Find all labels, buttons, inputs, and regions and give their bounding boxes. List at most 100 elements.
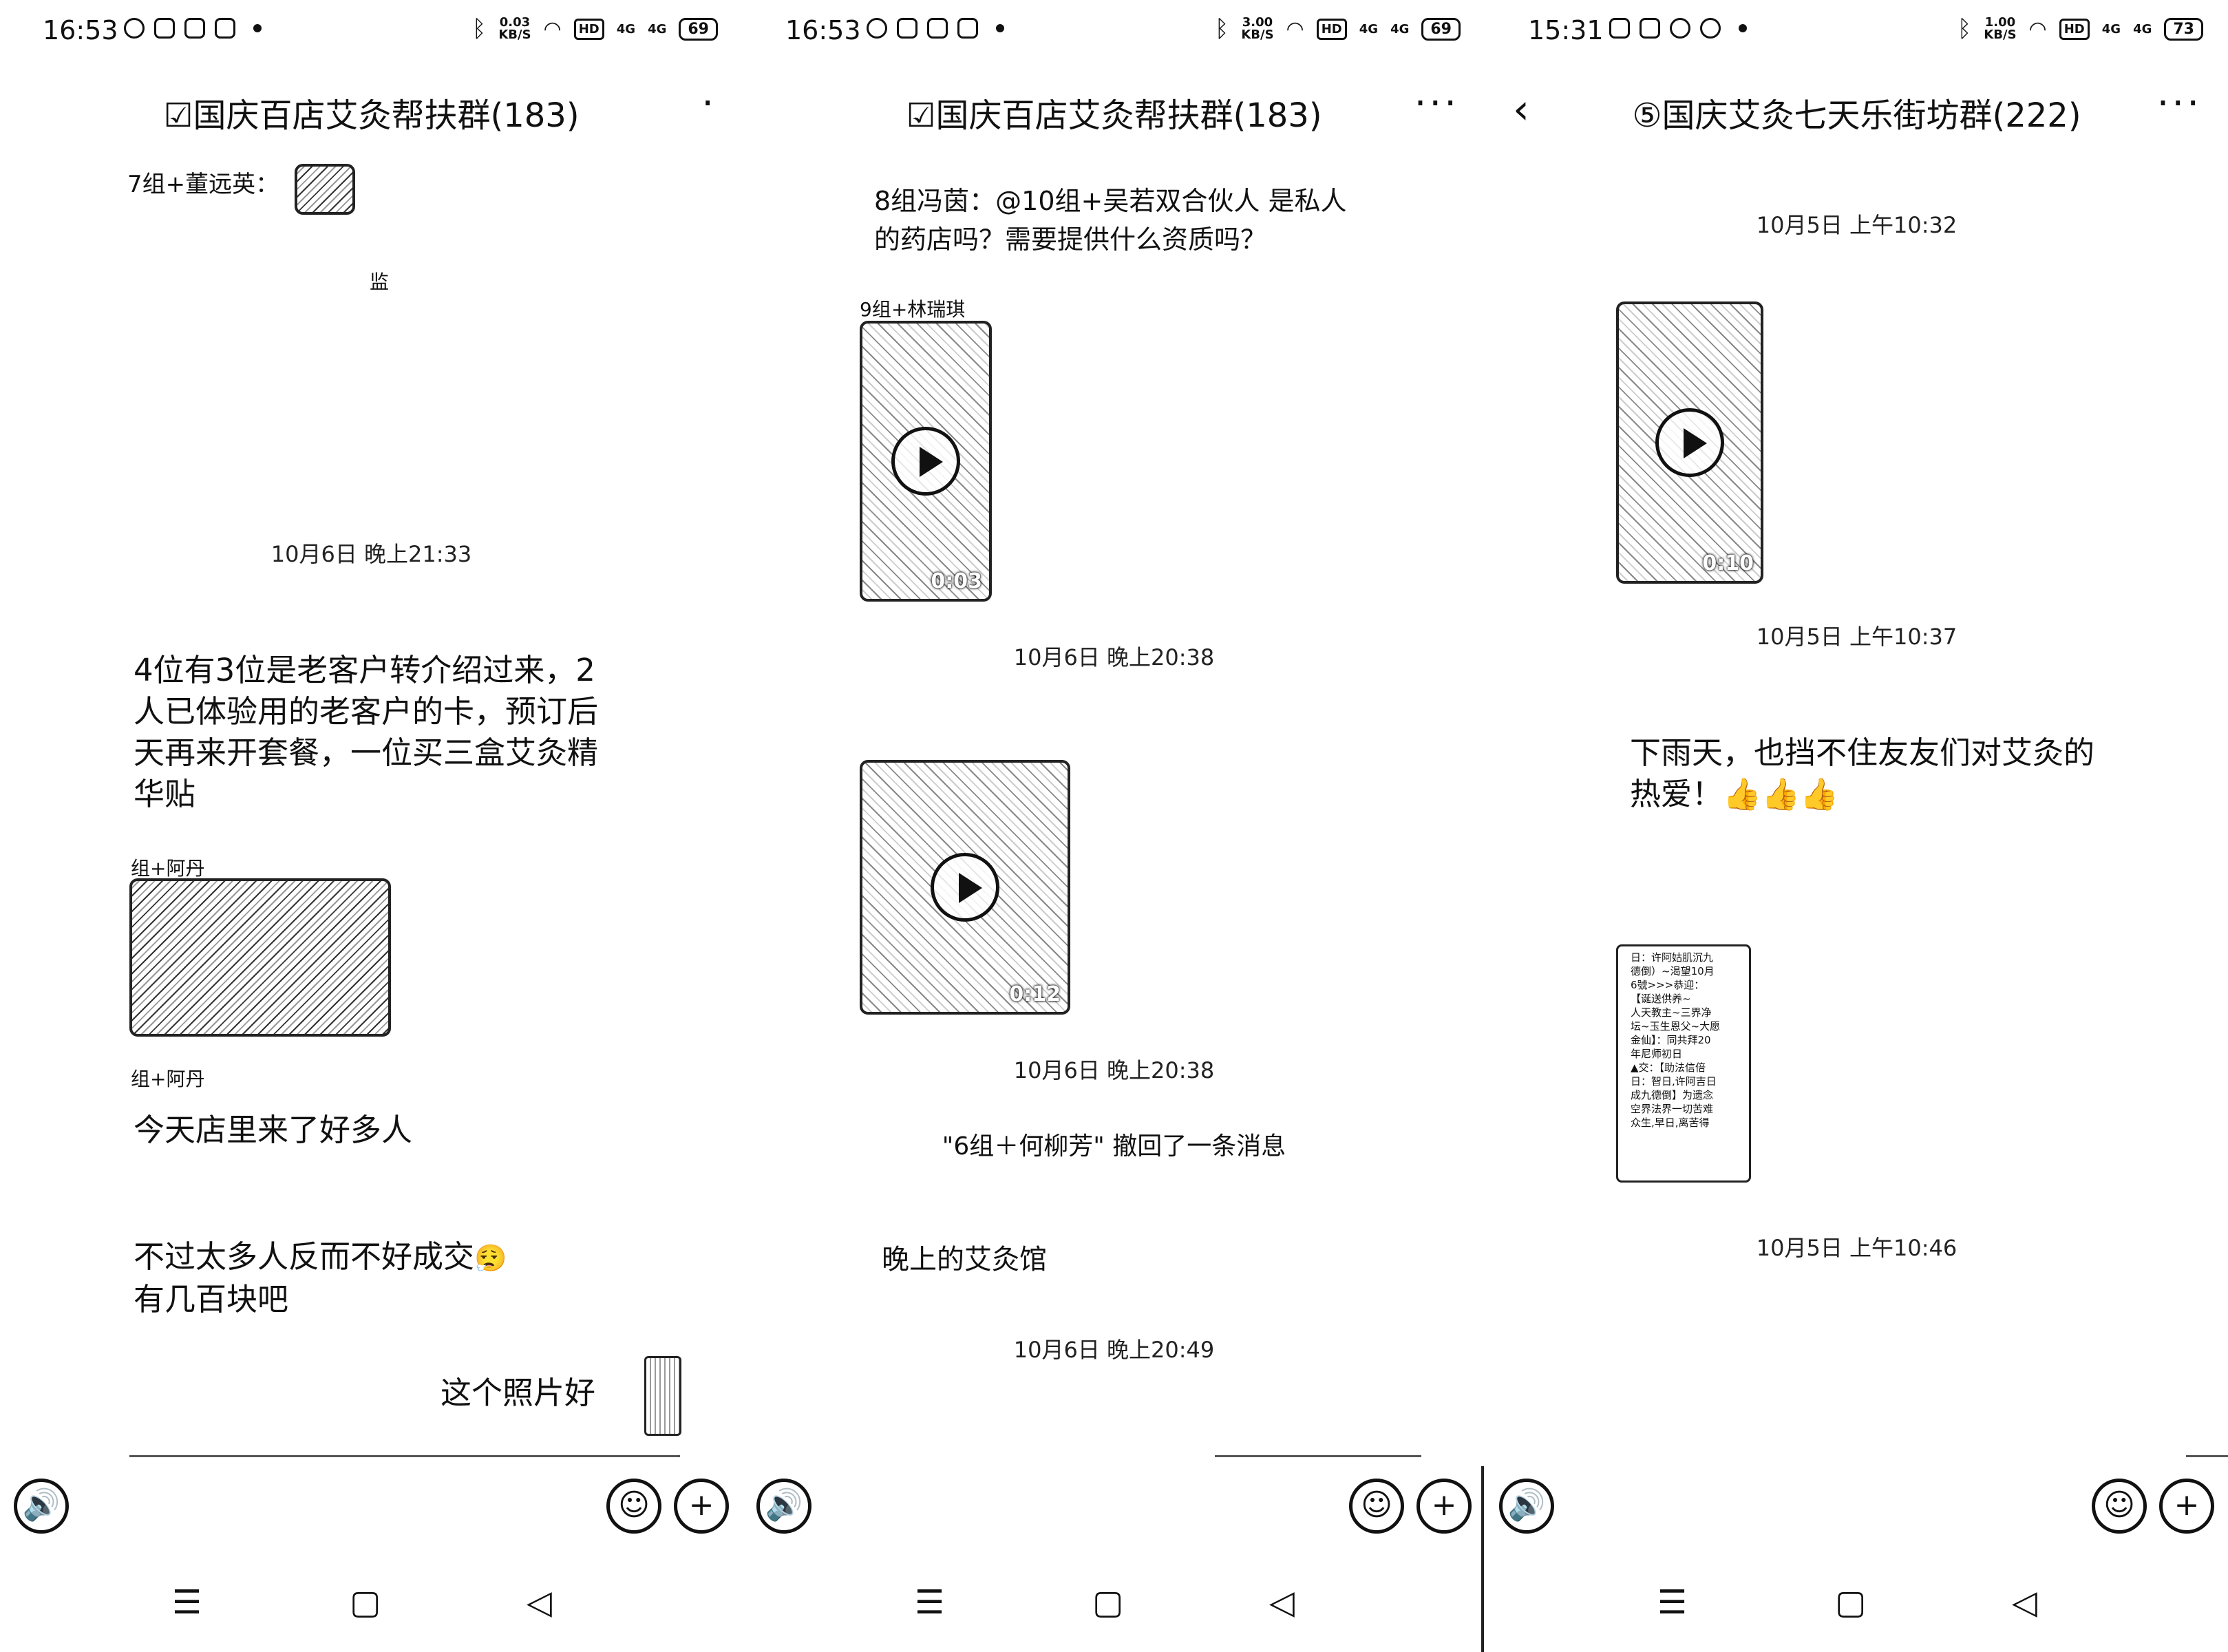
- document-line: 【诞送供养~: [1631, 993, 1691, 1005]
- divider: [1215, 1455, 1421, 1457]
- status-time: 15:31: [1528, 15, 1604, 45]
- network-speed: 3.00 KB/S: [1241, 15, 1274, 42]
- document-line: 众生,早日,离苦得: [1631, 1116, 1710, 1129]
- status-bar: 16:53 ᛒ 3.00 KB/S ◠ HD 4G 4G 69: [743, 0, 1485, 63]
- menu-icon[interactable]: ☰: [172, 1583, 202, 1622]
- plus-icon[interactable]: +: [2159, 1479, 2214, 1534]
- network-speed: 1.00 KB/S: [1984, 15, 2017, 42]
- message-text[interactable]: 不过太多人反而不好成交😮‍💨 有几百块吧: [134, 1236, 507, 1320]
- status-bar: 16:53 ᛒ 0.03 KB/S ◠ HD 4G 4G 69: [0, 0, 743, 63]
- video-message[interactable]: 0:12: [860, 760, 1070, 1015]
- system-nav-bar: ☰ ▢ ◁: [743, 1583, 1485, 1638]
- home-icon[interactable]: ▢: [350, 1583, 381, 1622]
- bluetooth-icon: ᛒ: [1957, 15, 1972, 43]
- app-notification-icon: [1700, 18, 1721, 39]
- signal-icon: 4G: [2133, 21, 2152, 36]
- chat-title[interactable]: ⑤国庆艾灸七天乐街坊群(222): [1485, 88, 2228, 136]
- timestamp: 10月5日 上午10:46: [1756, 1235, 1958, 1261]
- signal-icon: 4G: [1359, 21, 1379, 36]
- panel-divider: [1481, 1466, 1484, 1652]
- back-icon[interactable]: ◁: [527, 1583, 552, 1622]
- sticker-image[interactable]: [295, 164, 355, 215]
- message-text[interactable]: 8组冯茵：@10组+吴若双合伙人 是私人的药店吗？需要提供什么资质吗？: [874, 182, 1370, 259]
- play-icon[interactable]: [931, 853, 999, 922]
- more-notifications-dot: [996, 24, 1004, 32]
- video-message[interactable]: 0:10: [1616, 301, 1763, 584]
- message-text[interactable]: 晚上的艾灸馆: [882, 1239, 1047, 1280]
- more-options-icon[interactable]: ···: [2157, 81, 2202, 126]
- menu-icon[interactable]: ☰: [1657, 1583, 1687, 1622]
- timestamp: 10月6日 晚上20:38: [1013, 1057, 1215, 1083]
- chat-title[interactable]: ☑国庆百店艾灸帮扶群(183): [0, 88, 743, 136]
- document-line: 德倒）~渴望10月: [1631, 965, 1715, 977]
- bluetooth-icon: ᛒ: [1214, 15, 1229, 43]
- home-icon[interactable]: ▢: [1092, 1583, 1123, 1622]
- emoji-icon[interactable]: ☺: [2092, 1479, 2147, 1534]
- chat-header: ☑国庆百店艾灸帮扶群(183) ···: [743, 81, 1485, 143]
- timestamp: 10月6日 晚上20:49: [1013, 1337, 1215, 1363]
- play-icon[interactable]: [1655, 408, 1724, 477]
- document-line: 坛~玉生恩父~大愿: [1631, 1020, 1721, 1032]
- document-line: 空界法界一切苦难: [1631, 1103, 1714, 1115]
- chat-title[interactable]: ☑国庆百店艾灸帮扶群(183): [743, 88, 1485, 136]
- emoji-icon[interactable]: ☺: [1349, 1479, 1404, 1534]
- back-icon[interactable]: ◁: [2012, 1583, 2037, 1622]
- more-options-icon[interactable]: ·: [701, 81, 717, 126]
- own-message-text[interactable]: 这个照片好: [441, 1373, 595, 1414]
- notification-icons: [1609, 18, 1747, 39]
- hd-icon: HD: [1316, 18, 1347, 40]
- back-icon[interactable]: ◁: [1269, 1583, 1295, 1622]
- wifi-icon: ◠: [1286, 17, 1304, 41]
- battery-icon: 69: [679, 17, 718, 41]
- signal-icon: 4G: [616, 21, 636, 36]
- status-time: 16:53: [785, 15, 861, 45]
- timestamp: 10月5日 上午10:32: [1756, 212, 1958, 238]
- voice-input-icon[interactable]: 🔊: [756, 1479, 811, 1534]
- emoji-icon[interactable]: ☺: [606, 1479, 661, 1534]
- document-line: 日：智日,许阿吉日: [1631, 1075, 1717, 1088]
- document-image-message[interactable]: 日：许阿姑肌沉九 德倒）~渴望10月 6號>>>恭迎： 【诞送供养~ 人天教主~三界净坛…: [1616, 944, 1751, 1183]
- hd-icon: HD: [573, 18, 604, 40]
- timestamp: 10月6日 晚上21:33: [270, 541, 472, 567]
- timestamp: 10月5日 上午10:37: [1756, 624, 1958, 650]
- menu-icon[interactable]: ☰: [915, 1583, 944, 1622]
- avatar[interactable]: [644, 1356, 681, 1436]
- voice-input-icon[interactable]: 🔊: [14, 1479, 69, 1534]
- sender-name: 组+阿丹: [131, 857, 205, 880]
- chat-header: ‹ ⑤国庆艾灸七天乐街坊群(222) ···: [1485, 81, 2228, 143]
- more-options-icon[interactable]: ···: [1414, 81, 1459, 126]
- message-text[interactable]: 4位有3位是老客户转介绍过来，2人已体验用的老客户的卡，预订后天再来开套餐，一位…: [134, 650, 615, 815]
- system-nav-bar: ☰ ▢ ◁: [0, 1583, 743, 1638]
- plus-icon[interactable]: +: [1417, 1479, 1472, 1534]
- photo-message[interactable]: [129, 878, 391, 1037]
- message-text[interactable]: 今天店里来了好多人: [134, 1110, 412, 1151]
- chat-screen-3: 15:31 ᛒ 1.00 KB/S ◠ HD 4G 4G 73 ‹ ⑤国庆艾灸七天…: [1485, 0, 2228, 1652]
- hd-icon: HD: [2059, 18, 2090, 40]
- sender-name: 9组+林瑞琪: [860, 298, 966, 321]
- document-line: 年尼师初日: [1631, 1048, 1683, 1060]
- wifi-icon: ◠: [543, 17, 562, 41]
- image-fragment: 监: [370, 271, 390, 293]
- document-line: 成九德倒】为遗念: [1631, 1089, 1714, 1101]
- home-icon[interactable]: ▢: [1835, 1583, 1866, 1622]
- more-notifications-dot: [1739, 24, 1747, 32]
- input-bar: 🔊 ☺ +: [1485, 1466, 2228, 1559]
- signal-icon: 4G: [2101, 21, 2121, 36]
- app-notification-icon: [957, 18, 978, 39]
- sender-name: 7组+董远英：: [127, 171, 279, 198]
- video-duration: 0:12: [1009, 982, 1061, 1006]
- video-duration: 0:03: [931, 569, 982, 593]
- app-notification-icon: [184, 18, 205, 39]
- document-line: 人天教主~三界净: [1631, 1006, 1712, 1019]
- voice-input-icon[interactable]: 🔊: [1499, 1479, 1554, 1534]
- status-bar: 15:31 ᛒ 1.00 KB/S ◠ HD 4G 4G 73: [1485, 0, 2228, 63]
- document-line: 日：许阿姑肌沉九: [1631, 951, 1714, 964]
- message-text[interactable]: 下雨天，也挡不住友友们对艾灸的热爱！👍👍👍: [1630, 732, 2112, 815]
- video-message[interactable]: 0:03: [860, 321, 992, 602]
- system-nav-bar: ☰ ▢ ◁: [1485, 1583, 2228, 1638]
- app-notification-icon: [1609, 18, 1630, 39]
- recall-notice: "6组＋何柳芳" 撤回了一条消息: [942, 1132, 1286, 1161]
- app-notification-icon: [1640, 18, 1660, 39]
- plus-icon[interactable]: +: [674, 1479, 729, 1534]
- play-icon[interactable]: [891, 427, 960, 496]
